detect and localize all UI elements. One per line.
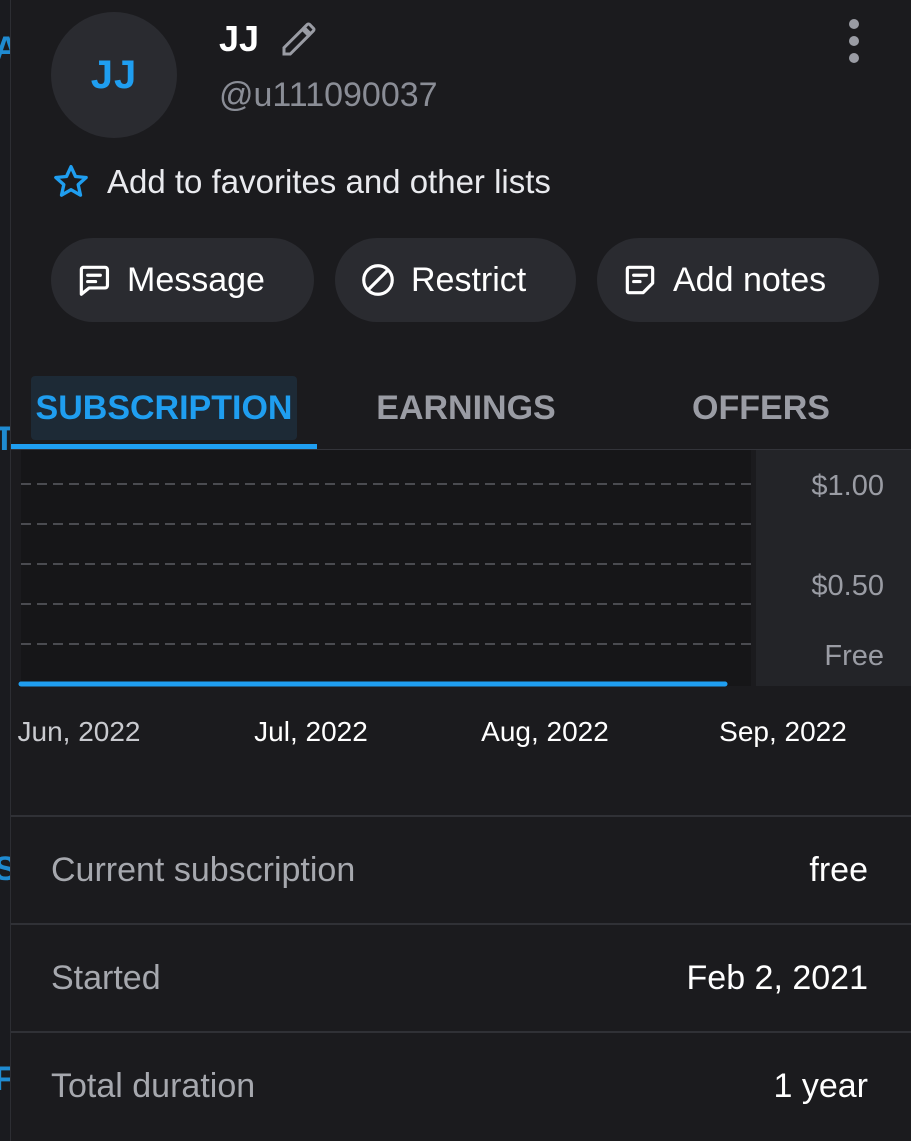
- detail-row-total-duration: Total duration 1 year: [11, 1031, 911, 1139]
- action-buttons: Message Restrict Add notes: [51, 238, 879, 322]
- add-notes-button[interactable]: Add notes: [597, 238, 879, 322]
- active-tab-indicator: [11, 444, 317, 449]
- detail-label: Total duration: [51, 1066, 256, 1105]
- more-options-icon[interactable]: [839, 18, 869, 64]
- tab-bar: SUBSCRIPTION EARNINGS OFFERS: [11, 368, 911, 450]
- y-tick-label: Free: [824, 640, 884, 672]
- detail-value: free: [809, 850, 868, 889]
- pencil-icon[interactable]: [279, 19, 319, 59]
- subscription-details: Current subscription free Started Feb 2,…: [11, 815, 911, 1139]
- message-icon: [79, 265, 110, 296]
- restrict-button-label: Restrict: [411, 260, 527, 299]
- x-tick-label: Aug, 2022: [481, 716, 609, 747]
- add-notes-button-label: Add notes: [673, 260, 827, 299]
- avatar-initials: JJ: [90, 52, 138, 97]
- add-to-favorites-label: Add to favorites and other lists: [107, 163, 551, 200]
- message-button[interactable]: Message: [51, 238, 314, 322]
- user-handle: @u111090037: [219, 76, 438, 114]
- y-tick-label: $0.50: [811, 570, 884, 602]
- x-tick-label: Sep, 2022: [719, 716, 847, 747]
- detail-value: Feb 2, 2021: [686, 958, 868, 997]
- detail-label: Current subscription: [51, 850, 356, 889]
- detail-label: Started: [51, 958, 161, 997]
- message-button-label: Message: [127, 260, 265, 299]
- x-tick-label: Jul, 2022: [254, 716, 368, 747]
- name-row: JJ: [219, 18, 319, 60]
- user-profile-panel: JJ JJ @u111090037 Add to favorites and o…: [10, 0, 911, 1141]
- tab-earnings[interactable]: EARNINGS: [346, 376, 586, 440]
- block-icon: [362, 264, 394, 296]
- tab-subscription[interactable]: SUBSCRIPTION: [31, 376, 297, 440]
- user-name: JJ: [219, 18, 260, 59]
- detail-value: 1 year: [773, 1066, 869, 1105]
- x-tick-label: Jun, 2022: [18, 716, 141, 747]
- star-icon: [54, 165, 88, 197]
- subscription-chart: $1.00 $0.50 Free Jun, 2022 Jul, 2022 Aug, 202…: [11, 450, 911, 770]
- y-tick-label: $1.00: [811, 470, 884, 502]
- tab-offers[interactable]: OFFERS: [651, 376, 871, 440]
- chart-plot-area: [21, 450, 751, 686]
- detail-row-current-subscription: Current subscription free: [11, 815, 911, 923]
- chart-svg: $1.00 $0.50 Free Jun, 2022 Jul, 2022 Aug, 202…: [18, 450, 911, 747]
- add-to-favorites-link[interactable]: Add to favorites and other lists: [51, 162, 551, 202]
- avatar[interactable]: JJ: [51, 12, 177, 138]
- detail-row-started: Started Feb 2, 2021: [11, 923, 911, 1031]
- restrict-button[interactable]: Restrict: [335, 238, 576, 322]
- note-icon: [625, 265, 655, 295]
